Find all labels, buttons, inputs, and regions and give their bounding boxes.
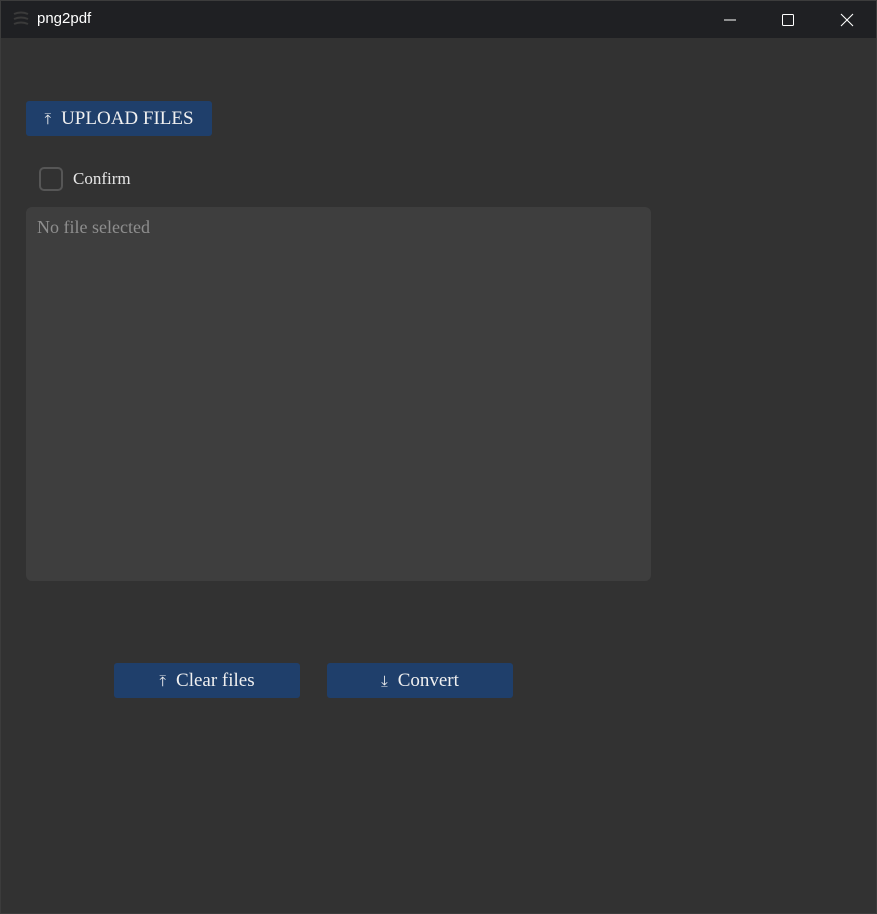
convert-button[interactable]: ⤓ Convert (327, 663, 513, 698)
maximize-button[interactable] (759, 1, 817, 38)
no-file-selected-text: No file selected (37, 217, 150, 237)
confirm-label: Confirm (73, 169, 131, 188)
clear-files-button[interactable]: ⤒ Clear files (114, 663, 300, 698)
upload-icon: ⤒ (44, 109, 52, 128)
close-icon (840, 13, 854, 26)
window-title: png2pdf (37, 10, 92, 27)
minimize-button[interactable] (701, 1, 759, 38)
file-list-area[interactable]: No file selected (26, 207, 651, 581)
upload-icon: ⤒ (159, 671, 167, 690)
upload-files-button[interactable]: ⤒ UPLOAD FILES (26, 101, 212, 136)
clear-files-label: Clear files (176, 669, 255, 691)
upload-files-label: UPLOAD FILES (61, 107, 194, 129)
app-window: png2pdf ⤒ UPLOAD FILES Confirm No file s… (0, 0, 877, 914)
close-button[interactable] (818, 1, 876, 38)
confirm-checkbox[interactable] (39, 167, 63, 191)
convert-label: Convert (397, 669, 459, 691)
minimize-icon (724, 19, 736, 20)
download-icon: ⤓ (381, 671, 388, 690)
maximize-icon (782, 13, 794, 26)
title-bar[interactable]: png2pdf (1, 1, 876, 38)
app-logo-icon (13, 11, 29, 25)
confirm-checkbox-row[interactable]: Confirm (39, 166, 131, 192)
